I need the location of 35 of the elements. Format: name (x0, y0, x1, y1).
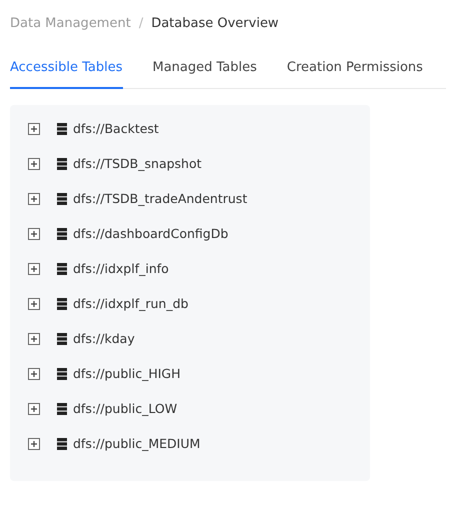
breadcrumb-item: Database Overview (151, 16, 279, 30)
database-icon (57, 402, 67, 414)
tree-item[interactable]: dfs://kday (73, 331, 135, 346)
expand-icon[interactable] (28, 438, 40, 450)
database-icon (57, 368, 67, 380)
tree-item[interactable]: dfs://dashboardConfigDb (73, 226, 228, 241)
database-icon (57, 228, 67, 240)
expand-icon[interactable] (28, 402, 40, 414)
database-icon (57, 438, 67, 450)
tab[interactable]: Accessible Tables (10, 60, 122, 89)
tab[interactable]: Creation Permissions (286, 60, 423, 89)
expand-icon[interactable] (28, 368, 40, 380)
database-icon (57, 332, 67, 344)
expand-icon[interactable] (28, 262, 40, 274)
tree-item[interactable]: dfs://TSDB_tradeAndentrust (73, 191, 248, 206)
expand-icon[interactable] (28, 122, 40, 134)
tab[interactable]: Managed Tables (152, 60, 257, 89)
tree-item[interactable]: dfs://Backtest (73, 121, 159, 136)
database-icon (57, 122, 67, 134)
expand-icon[interactable] (28, 192, 40, 204)
database-icon (57, 192, 67, 204)
tree-item[interactable]: dfs://public_MEDIUM (73, 436, 200, 451)
tree-item[interactable]: dfs://TSDB_snapshot (73, 156, 202, 171)
expand-icon[interactable] (28, 298, 40, 310)
tree-item[interactable]: dfs://public_LOW (73, 401, 178, 416)
database-icon (57, 262, 67, 274)
tree-item[interactable]: dfs://idxplf_run_db (73, 296, 188, 311)
expand-icon[interactable] (28, 158, 40, 170)
breadcrumb-separator: / (138, 16, 144, 30)
tree-item[interactable]: dfs://idxplf_info (73, 261, 169, 276)
expand-icon[interactable] (28, 332, 40, 344)
database-icon (57, 298, 67, 310)
tree-item[interactable]: dfs://public_HIGH (73, 366, 181, 381)
expand-icon[interactable] (28, 228, 40, 240)
database-icon (57, 158, 67, 170)
